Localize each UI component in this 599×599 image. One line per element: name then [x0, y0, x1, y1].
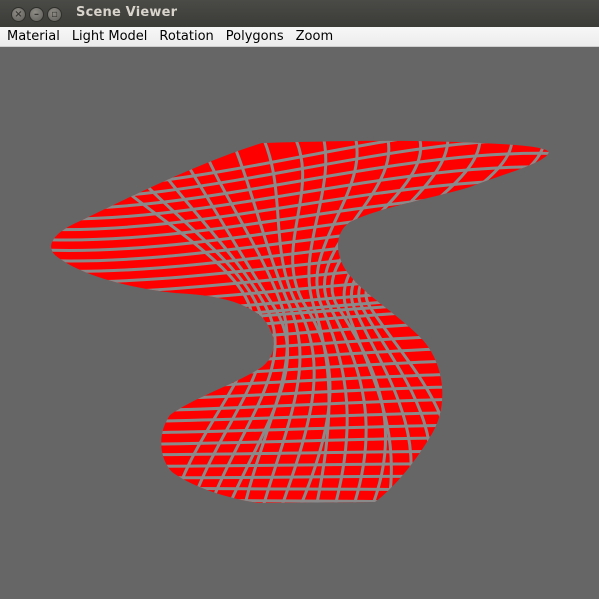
title-bar[interactable]: × – ▫ Scene Viewer [0, 0, 599, 27]
menu-polygons[interactable]: Polygons [220, 27, 290, 46]
minimize-icon[interactable]: – [29, 7, 44, 22]
close-icon[interactable]: × [11, 7, 26, 22]
window-controls: × – ▫ [11, 7, 62, 22]
window-title: Scene Viewer [76, 5, 178, 20]
menu-material[interactable]: Material [1, 27, 66, 46]
menu-zoom[interactable]: Zoom [290, 27, 339, 46]
wire-latitude-line [51, 462, 549, 468]
menu-rotation[interactable]: Rotation [153, 27, 219, 46]
vase-surface [51, 140, 549, 503]
scene-canvas[interactable] [0, 47, 599, 599]
gl-viewport[interactable] [0, 47, 599, 599]
wire-latitude-line [51, 474, 549, 480]
menu-light-model[interactable]: Light Model [66, 27, 154, 46]
scene-viewer-window: × – ▫ Scene Viewer Material Light Model … [0, 0, 599, 599]
menu-bar: Material Light Model Rotation Polygons Z… [0, 27, 599, 47]
maximize-icon[interactable]: ▫ [47, 7, 62, 22]
